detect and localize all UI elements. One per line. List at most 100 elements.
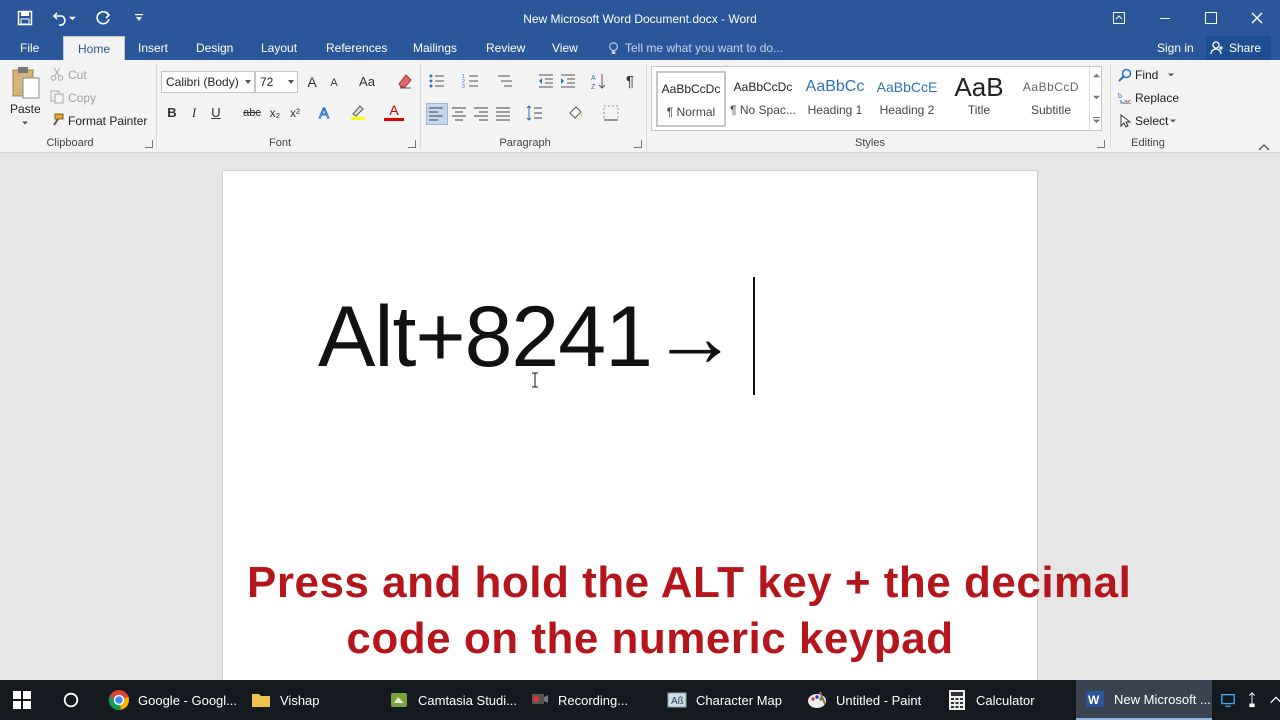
start-button[interactable] [0, 680, 46, 720]
strikethrough-button[interactable]: abc [240, 103, 264, 123]
shading-button[interactable] [567, 104, 587, 124]
styles-group-label: Styles [855, 137, 885, 149]
style-no-spacing[interactable]: AaBbCcDc ¶ No Spac... [728, 71, 798, 127]
taskbar-item-character-map[interactable]: Aß Character Map [658, 680, 798, 720]
window-title: New Microsoft Word Document.docx - Word [523, 12, 757, 26]
camtasia-icon [391, 693, 407, 707]
svg-text:W: W [1088, 693, 1100, 707]
maximize-button[interactable] [1188, 0, 1234, 36]
change-case-button[interactable]: Aa [354, 72, 380, 92]
usb-icon[interactable] [1244, 692, 1260, 708]
chevron-down-icon [245, 80, 251, 84]
tab-file[interactable]: File [20, 36, 39, 60]
text-effects-button[interactable]: A [317, 103, 337, 123]
group-divider [420, 64, 421, 149]
chevron-up-icon[interactable] [1268, 692, 1280, 708]
clipboard-group-label: Clipboard [46, 137, 94, 149]
paste-button[interactable]: Paste [8, 66, 44, 126]
bold-button[interactable]: B [162, 103, 182, 123]
format-painter-label: Format Painter [68, 114, 148, 128]
taskbar-item-chrome[interactable]: Google - Googl... [100, 680, 240, 720]
multilevel-list-button[interactable] [496, 72, 516, 92]
svg-text:A: A [591, 75, 596, 82]
taskbar-item-camtasia[interactable]: Camtasia Studi... [380, 680, 518, 720]
tab-view[interactable]: View [552, 36, 578, 60]
document-text[interactable]: Alt+8241→ [318, 288, 738, 387]
style-heading-2[interactable]: AaBbCcE Heading 2 [872, 71, 942, 127]
caption-line-2: code on the numeric keypad [346, 614, 954, 663]
align-right-button[interactable] [472, 104, 492, 124]
taskbar-item-recording[interactable]: Recording... [520, 680, 658, 720]
sort-button[interactable]: AZ [590, 72, 610, 92]
tab-mailings[interactable]: Mailings [413, 36, 457, 60]
line-spacing-icon [526, 105, 542, 121]
align-left-button[interactable] [426, 103, 448, 125]
close-button[interactable] [1234, 0, 1280, 36]
collapse-ribbon-button[interactable] [1258, 140, 1270, 151]
ribbon-display-options-button[interactable] [1096, 0, 1142, 36]
tab-review[interactable]: Review [486, 36, 525, 60]
superscript-button[interactable]: x² [285, 103, 305, 123]
align-center-button[interactable] [450, 104, 470, 124]
increase-indent-button[interactable] [559, 72, 579, 92]
style-title[interactable]: AaB Title [944, 71, 1014, 127]
editing-group-label: Editing [1131, 137, 1165, 149]
font-color-button[interactable]: A [384, 102, 404, 121]
tab-design[interactable]: Design [196, 36, 233, 60]
taskbar-item-calculator[interactable]: Calculator [938, 680, 1076, 720]
highlight-color-button[interactable] [349, 103, 369, 123]
document-page[interactable]: Alt+8241→ Press and hold the ALT key + t… [222, 170, 1132, 700]
styles-scroll[interactable] [1089, 67, 1102, 130]
sign-in-link[interactable]: Sign in [1157, 36, 1194, 60]
show-formatting-marks-button[interactable]: ¶ [620, 72, 640, 92]
justify-button[interactable] [494, 104, 514, 124]
minimize-icon [1160, 18, 1170, 19]
font-size-combo[interactable]: 72 [255, 71, 298, 93]
minimize-button[interactable] [1142, 0, 1188, 36]
numbering-button[interactable]: 123 [462, 72, 482, 92]
pilcrow-icon: ¶ [625, 73, 635, 90]
bullets-button[interactable] [428, 72, 448, 92]
style-name: Title [967, 103, 991, 117]
font-name-combo[interactable]: Calibri (Body) [161, 71, 255, 93]
caption-line-1: Press and hold the ALT key + the decimal [247, 558, 1132, 607]
taskbar-item-paint[interactable]: Untitled - Paint [798, 680, 936, 720]
tab-references[interactable]: References [326, 36, 387, 60]
shrink-font-button[interactable]: A [324, 73, 344, 93]
vertical-scrollbar[interactable] [1266, 153, 1280, 680]
paragraph-dialog-launcher[interactable] [634, 140, 642, 148]
italic-button[interactable]: I [184, 103, 204, 123]
styles-dialog-launcher[interactable] [1097, 140, 1105, 148]
line-spacing-button[interactable] [526, 104, 546, 124]
underline-button[interactable]: U [206, 103, 226, 123]
chevron-down-icon [1093, 95, 1100, 100]
increase-indent-icon [561, 74, 575, 88]
replace-icon: bac [1118, 93, 1132, 105]
style-normal[interactable]: AaBbCcDc ¶ Normal [656, 71, 726, 127]
clipboard-dialog-launcher[interactable] [145, 140, 153, 148]
text-caret [753, 277, 755, 395]
replace-label: Replace [1135, 91, 1180, 105]
cortana-button[interactable] [50, 680, 94, 720]
style-heading-1[interactable]: AaBbCc Heading 1 [800, 71, 870, 127]
taskbar-label: Google - Googl... [138, 692, 237, 708]
grow-font-button[interactable]: A [302, 72, 322, 92]
borders-button[interactable] [602, 104, 622, 124]
borders-icon [603, 105, 619, 121]
network-icon[interactable] [1220, 692, 1236, 708]
subscript-button[interactable]: x₂ [265, 103, 285, 123]
paint-palette-icon [808, 691, 826, 708]
tell-me-box[interactable]: Tell me what you want to do... [608, 36, 783, 60]
font-dialog-launcher[interactable] [408, 140, 416, 148]
decrease-indent-button[interactable] [537, 72, 557, 92]
tab-layout[interactable]: Layout [261, 36, 297, 60]
clear-formatting-button[interactable] [396, 72, 416, 92]
share-button[interactable]: Share [1206, 36, 1272, 60]
taskbar-item-word[interactable]: W New Microsoft ... [1076, 680, 1212, 720]
style-preview: AaBbCcD [1022, 80, 1080, 94]
taskbar-item-vishap[interactable]: Vishap [242, 680, 380, 720]
tab-insert[interactable]: Insert [138, 36, 168, 60]
style-subtitle[interactable]: AaBbCcD Subtitle [1016, 71, 1086, 127]
taskbar-label: Recording... [558, 692, 629, 708]
tab-home[interactable]: Home [63, 36, 126, 60]
